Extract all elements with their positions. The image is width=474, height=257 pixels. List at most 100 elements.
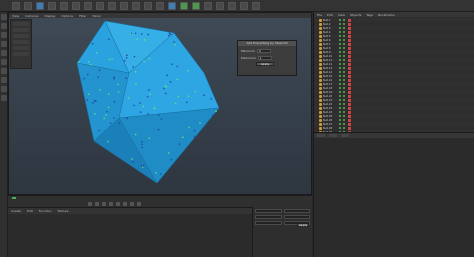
visibility-dot-icon[interactable] <box>339 51 341 53</box>
mesh-point[interactable] <box>94 100 96 102</box>
mesh-point[interactable] <box>126 117 128 119</box>
visibility-dot-icon[interactable] <box>339 71 341 73</box>
render-dot-icon[interactable] <box>343 27 345 29</box>
attr-tab-user-data[interactable] <box>341 134 349 137</box>
mesh-point[interactable] <box>149 93 151 95</box>
undo-icon[interactable] <box>12 1 20 10</box>
x-axis-icon[interactable] <box>84 1 92 10</box>
mesh-point[interactable] <box>141 33 143 35</box>
viewport[interactable]: View Cameras Display Options Filter Pane… <box>8 12 312 195</box>
mesh-point[interactable] <box>117 91 120 93</box>
size-x-field[interactable] <box>283 209 310 213</box>
attr-tab-edit[interactable] <box>329 134 337 137</box>
visibility-dot-icon[interactable] <box>339 27 341 29</box>
mesh-point[interactable] <box>103 117 105 120</box>
visibility-dot-icon[interactable] <box>339 95 341 97</box>
position-x-field[interactable] <box>255 209 282 213</box>
render-dot-icon[interactable] <box>343 47 345 49</box>
render-dot-icon[interactable] <box>343 31 345 33</box>
mesh-point[interactable] <box>173 41 175 43</box>
mesh-point[interactable] <box>148 57 151 60</box>
visibility-dot-icon[interactable] <box>339 79 341 81</box>
mesh-point[interactable] <box>129 33 132 35</box>
tag-icon[interactable] <box>348 18 351 22</box>
mesh-point[interactable] <box>126 54 128 56</box>
mesh-point[interactable] <box>176 78 178 81</box>
mesh-point[interactable] <box>148 137 151 139</box>
select-tool-icon[interactable] <box>36 1 44 10</box>
render-dot-icon[interactable] <box>343 35 345 37</box>
mesh-point[interactable] <box>158 114 160 116</box>
material-menu-function[interactable]: Function <box>39 209 52 213</box>
mesh-point[interactable] <box>109 122 112 124</box>
render-dot-icon[interactable] <box>343 111 345 113</box>
render-dot-icon[interactable] <box>343 59 345 61</box>
mesh-point[interactable] <box>113 117 115 119</box>
tag-icon[interactable] <box>348 54 351 58</box>
mesh-point[interactable] <box>98 129 100 132</box>
render-dot-icon[interactable] <box>343 63 345 65</box>
render-dot-icon[interactable] <box>343 127 345 129</box>
mesh-point[interactable] <box>83 77 85 80</box>
mesh-point[interactable] <box>117 83 119 86</box>
coordinates-apply-button[interactable]: Apply <box>297 223 309 227</box>
material-menu-texture[interactable]: Texture <box>58 209 69 213</box>
size-y-field[interactable] <box>283 215 310 219</box>
mesh-point[interactable] <box>178 143 181 145</box>
visibility-dot-icon[interactable] <box>339 127 341 129</box>
mesh-point[interactable] <box>187 69 189 72</box>
mesh-point[interactable] <box>139 102 141 104</box>
timeline-playhead[interactable] <box>12 197 16 199</box>
visibility-dot-icon[interactable] <box>339 35 341 37</box>
mesh-point[interactable] <box>166 74 168 77</box>
mesh-point[interactable] <box>170 159 173 161</box>
mesh-point[interactable] <box>210 98 212 100</box>
render-settings-icon[interactable] <box>156 1 164 10</box>
tag-icon[interactable] <box>348 106 351 110</box>
tag-icon[interactable] <box>348 118 351 122</box>
visibility-dot-icon[interactable] <box>339 75 341 77</box>
render-dot-icon[interactable] <box>343 119 345 121</box>
tag-icon[interactable] <box>348 50 351 54</box>
mesh-point[interactable] <box>186 101 188 104</box>
subdivision-icon[interactable] <box>192 1 200 10</box>
mesh-point[interactable] <box>168 152 170 154</box>
visibility-dot-icon[interactable] <box>339 91 341 93</box>
mesh-point[interactable] <box>215 110 217 113</box>
z-axis-icon[interactable] <box>108 1 116 10</box>
mesh-point[interactable] <box>199 122 201 124</box>
visibility-dot-icon[interactable] <box>339 123 341 125</box>
om-menu-bookmarks[interactable]: Bookmarks <box>378 13 395 17</box>
model-mode-icon[interactable] <box>0 23 7 29</box>
prev-frame-icon[interactable] <box>102 202 106 206</box>
visibility-dot-icon[interactable] <box>339 23 341 25</box>
attr-tab-mode[interactable] <box>317 134 325 137</box>
tag-icon[interactable] <box>348 94 351 98</box>
mesh-point[interactable] <box>131 158 133 160</box>
mesh-point[interactable] <box>157 128 160 131</box>
array-icon[interactable] <box>204 1 212 10</box>
render-picture-viewer-icon[interactable] <box>144 1 152 10</box>
mesh-point[interactable] <box>134 32 137 35</box>
visibility-dot-icon[interactable] <box>339 115 341 117</box>
mesh-point[interactable] <box>194 90 197 93</box>
mesh-point[interactable] <box>176 65 178 68</box>
visibility-dot-icon[interactable] <box>339 107 341 109</box>
render-dot-icon[interactable] <box>343 91 345 93</box>
scale-tool-icon[interactable] <box>60 1 68 10</box>
mesh-point[interactable] <box>78 61 80 64</box>
mesh-point[interactable] <box>160 118 163 120</box>
tag-icon[interactable] <box>348 22 351 26</box>
mesh-point[interactable] <box>140 164 143 167</box>
tag-icon[interactable] <box>348 86 351 90</box>
dialog-minimum-field[interactable]: 0 <box>256 48 271 53</box>
mesh-point[interactable] <box>118 122 120 125</box>
mesh-point[interactable] <box>125 77 127 79</box>
mesh-point[interactable] <box>108 93 110 95</box>
mesh-point[interactable] <box>147 33 150 36</box>
tag-icon[interactable] <box>348 78 351 82</box>
mesh-point[interactable] <box>203 94 205 97</box>
mesh-point[interactable] <box>132 160 134 163</box>
mesh-point[interactable] <box>94 113 96 115</box>
mesh-point[interactable] <box>144 39 146 41</box>
